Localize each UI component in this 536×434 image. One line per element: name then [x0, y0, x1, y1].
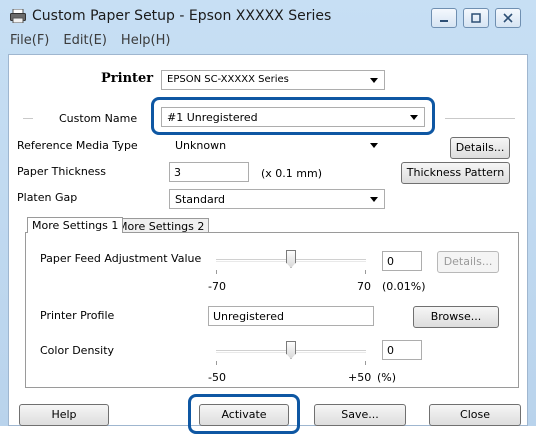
close-icon — [503, 13, 513, 23]
group-line-right — [445, 118, 515, 119]
color-density-max-label: +50 — [348, 371, 372, 384]
printer-app-icon — [10, 9, 26, 23]
profile-label: Printer Profile — [40, 309, 115, 322]
menu-bar: File(F) Edit(E) Help(H) — [8, 33, 172, 53]
group-line-left — [23, 118, 33, 119]
tab-more-settings-1[interactable]: More Settings 1 — [27, 217, 124, 233]
thickness-pattern-button[interactable]: Thickness Pattern — [401, 162, 510, 184]
color-density-tick-min — [216, 361, 217, 365]
feed-adjust-slider[interactable] — [286, 250, 296, 268]
feed-adjust-max-label: 70 — [357, 280, 371, 293]
maximize-button[interactable] — [463, 8, 489, 28]
chevron-down-icon — [370, 143, 378, 148]
color-density-tick-max — [365, 361, 366, 365]
media-type-label: Reference Media Type — [17, 139, 138, 152]
menu-edit[interactable]: Edit(E) — [61, 33, 109, 53]
media-type-select[interactable]: Unknown — [169, 135, 385, 155]
color-density-input[interactable]: 0 — [382, 340, 422, 360]
custom-paper-setup-window: Custom Paper Setup - Epson XXXXX Series … — [0, 0, 536, 434]
platen-gap-label: Platen Gap — [17, 191, 78, 204]
feed-adjust-tick-min — [216, 270, 217, 274]
title-bar: Custom Paper Setup - Epson XXXXX Series — [0, 0, 536, 34]
custom-name-label: Custom Name — [59, 112, 138, 125]
minimize-icon — [440, 20, 448, 22]
printer-label: Printer — [101, 71, 154, 86]
save-button[interactable]: Save... — [314, 404, 406, 426]
minimize-button[interactable] — [431, 8, 457, 28]
chevron-down-icon — [370, 197, 378, 202]
menu-help[interactable]: Help(H) — [119, 33, 173, 53]
feed-adjust-input[interactable]: 0 — [382, 251, 422, 271]
feed-details-button[interactable]: Details... — [437, 251, 499, 273]
color-density-min-label: -50 — [208, 371, 226, 384]
menu-file[interactable]: File(F) — [8, 33, 51, 53]
feed-adjust-min-label: -70 — [208, 280, 226, 293]
close-window-button[interactable] — [495, 8, 521, 28]
chevron-down-icon — [370, 78, 378, 83]
dialog-content: Printer EPSON SC-XXXXX Series Custom Nam… — [8, 54, 528, 434]
feed-adjust-unit: (0.01%) — [382, 280, 426, 293]
thickness-label: Paper Thickness — [17, 165, 107, 178]
feed-adjust-tick-max — [365, 270, 366, 274]
more-settings-panel: Paper Feed Adjustment Value 0 Details...… — [25, 232, 519, 388]
feed-adjust-label: Paper Feed Adjustment Value — [40, 252, 202, 265]
thickness-input[interactable]: 3 — [169, 162, 249, 182]
window-title: Custom Paper Setup - Epson XXXXX Series — [32, 8, 332, 24]
help-button[interactable]: Help — [19, 404, 109, 426]
printer-select[interactable]: EPSON SC-XXXXX Series — [161, 70, 385, 90]
maximize-icon — [471, 13, 481, 23]
activate-highlight — [188, 394, 300, 434]
custom-name-highlight — [151, 97, 435, 135]
profile-field[interactable]: Unregistered — [208, 306, 374, 326]
color-density-slider[interactable] — [286, 341, 296, 359]
browse-button[interactable]: Browse... — [413, 306, 499, 328]
media-details-button[interactable]: Details... — [450, 137, 510, 159]
platen-gap-select-value: Standard — [175, 193, 226, 206]
media-type-select-value: Unknown — [175, 139, 227, 152]
printer-select-value: EPSON SC-XXXXX Series — [167, 74, 289, 85]
color-density-label: Color Density — [40, 344, 115, 357]
close-button[interactable]: Close — [429, 404, 521, 426]
color-density-unit: (%) — [377, 371, 397, 384]
thickness-unit: (x 0.1 mm) — [261, 167, 323, 180]
platen-gap-select[interactable]: Standard — [169, 189, 385, 209]
